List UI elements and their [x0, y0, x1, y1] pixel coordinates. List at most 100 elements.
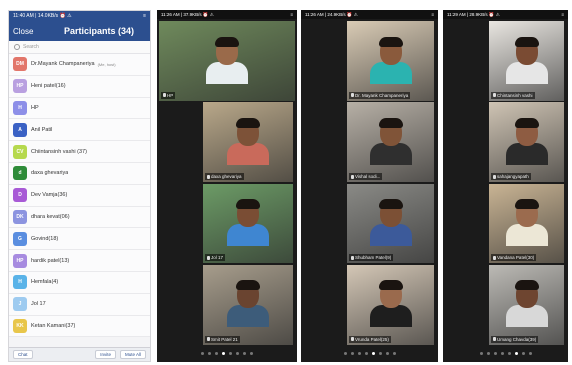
- participant-row[interactable]: DM Dr.Mayank Champaneriya (Me, host): [9, 54, 150, 76]
- avatar: d: [13, 166, 27, 181]
- mic-icon: [493, 174, 496, 179]
- chat-button[interactable]: Chat: [13, 350, 33, 359]
- video-tile[interactable]: Dr. Mayank Champaneriya: [347, 21, 434, 101]
- page-dot[interactable]: [250, 352, 253, 355]
- page-dot[interactable]: [371, 352, 375, 355]
- participant-label: Dr. Mayank Champaneriya: [349, 91, 411, 99]
- mic-icon: [207, 174, 210, 179]
- participant-row[interactable]: D Dev Vamja(36): [9, 184, 150, 207]
- participant-label: Vrunda Patel(25): [349, 335, 391, 343]
- status-bar: 11:26 AM | 24.9KB/s ⏰ ⚠ ≡: [301, 10, 438, 19]
- participants-screen: 11:40 AM | 14.0KB/s ⏰ ⚠ ≡ Close Particip…: [8, 10, 151, 362]
- page-dot[interactable]: [378, 352, 382, 355]
- video-tile[interactable]: Chintansinh vashi: [489, 21, 564, 101]
- gallery-screen-2: 11:26 AM | 24.9KB/s ⏰ ⚠ ≡ Dr. Mayank Champ…: [301, 10, 438, 362]
- participant-name: Smit Patel 21: [211, 336, 238, 342]
- page-dot[interactable]: [514, 352, 518, 355]
- participant-name: sahajangyapath: [497, 174, 529, 179]
- participant-label: Smit Patel 21: [205, 335, 240, 343]
- page-dot[interactable]: [236, 352, 239, 355]
- invite-button[interactable]: Invite: [95, 350, 116, 359]
- page-dot[interactable]: [507, 352, 511, 355]
- participant-name: Umang Chavda(39): [497, 336, 537, 342]
- gallery-screen-1: 11:26 AM | 37.9KB/s ⏰ ⚠ ≡ HP daxa ghevariya…: [157, 10, 297, 362]
- participant-row[interactable]: KK Ketan Kamani(37): [9, 315, 150, 338]
- person-hair: [236, 117, 260, 128]
- page-dot[interactable]: [222, 352, 225, 355]
- page-dot[interactable]: [243, 352, 246, 355]
- participant-list: DM Dr.Mayank Champaneriya (Me, host) HP Heni…: [9, 54, 150, 338]
- page-dot[interactable]: [500, 352, 504, 355]
- person-head: [514, 199, 539, 228]
- video-tile[interactable]: Vrunda Patel(25): [347, 264, 434, 345]
- page-dot[interactable]: [392, 352, 396, 355]
- participant-name: hardik patel(13): [31, 257, 70, 264]
- page-dot[interactable]: [385, 352, 389, 355]
- video-tile[interactable]: daxa ghevariya: [203, 102, 293, 182]
- page-dot[interactable]: [208, 352, 211, 355]
- person-hair: [514, 36, 539, 47]
- participant-row[interactable]: A Anil Patil: [9, 119, 150, 142]
- close-button[interactable]: Close: [13, 27, 33, 36]
- menu-icon[interactable]: ≡: [143, 11, 146, 21]
- participant-name: Dr. Mayank Champaneriya: [355, 92, 409, 98]
- video-tile[interactable]: sahajangyapath: [489, 102, 564, 182]
- participant-video: [227, 280, 269, 328]
- participant-video: [206, 36, 248, 84]
- person-head: [236, 280, 260, 309]
- participant-name: Dev Vamja(36): [31, 192, 68, 199]
- video-tile[interactable]: Shubham Patel(9): [347, 183, 434, 264]
- participant-name: Anil Patil: [31, 126, 53, 133]
- person-hair: [378, 199, 403, 210]
- menu-icon[interactable]: ≡: [290, 10, 293, 19]
- participant-row[interactable]: d daxa ghevariya: [9, 162, 150, 185]
- person-head: [514, 280, 539, 309]
- participant-name: Dr.Mayank Champaneriya: [31, 61, 95, 68]
- page-dot[interactable]: [493, 352, 497, 355]
- person-body: [369, 224, 412, 247]
- video-tile[interactable]: Umang Chavda(39): [489, 264, 564, 345]
- participant-row[interactable]: HP Heni patel(16): [9, 75, 150, 98]
- participant-row[interactable]: CV Chiintansinh vashi (37): [9, 141, 150, 163]
- participant-row[interactable]: H Hemfala(4): [9, 271, 150, 294]
- page-dot[interactable]: [486, 352, 490, 355]
- page-dot[interactable]: [201, 352, 204, 355]
- participant-name: dhara kevat(06): [31, 213, 70, 220]
- participant-name: Chintansinh vashi: [497, 92, 533, 98]
- participant-label: Vishal sodi...: [349, 173, 383, 180]
- participant-row[interactable]: H HP: [9, 97, 150, 120]
- participant-row[interactable]: HP hardik patel(13): [9, 250, 150, 272]
- page-dot[interactable]: [215, 352, 218, 355]
- video-tile[interactable]: Vishal sodi...: [347, 102, 434, 182]
- mic-icon: [351, 174, 354, 179]
- participant-row[interactable]: DK dhara kevat(06): [9, 206, 150, 229]
- page-dot[interactable]: [229, 352, 232, 355]
- menu-icon[interactable]: ≡: [431, 10, 434, 19]
- avatar: HP: [13, 79, 27, 94]
- page-dot[interactable]: [479, 352, 483, 355]
- participant-video: [369, 280, 412, 328]
- page-dot[interactable]: [528, 352, 532, 355]
- page-dot[interactable]: [364, 352, 368, 355]
- participant-row[interactable]: G Govind(18): [9, 228, 150, 251]
- menu-icon[interactable]: ≡: [561, 10, 564, 19]
- video-tile[interactable]: Vandana Patel(30): [489, 183, 564, 264]
- video-tile[interactable]: Jol 17: [203, 183, 293, 264]
- participant-row[interactable]: J Jol 17: [9, 293, 150, 316]
- avatar: H: [13, 275, 27, 290]
- participant-name: Hemfala(4): [31, 279, 59, 286]
- video-tile[interactable]: HP: [159, 21, 295, 101]
- page-dot[interactable]: [357, 352, 361, 355]
- page-dot[interactable]: [350, 352, 354, 355]
- search-input[interactable]: Search: [9, 41, 150, 54]
- participant-video: [227, 117, 269, 165]
- person-hair: [236, 199, 260, 210]
- video-tile[interactable]: Smit Patel 21: [203, 264, 293, 345]
- participant-label: sahajangyapath: [491, 173, 531, 180]
- avatar: H: [13, 100, 27, 115]
- page-dot[interactable]: [521, 352, 525, 355]
- participant-label: Umang Chavda(39): [491, 335, 539, 343]
- page-dot[interactable]: [343, 352, 347, 355]
- status-bar: 11:29 AM | 28.9KB/s ⏰ ⚠ ≡: [443, 10, 568, 19]
- mute-all-button[interactable]: Mute All: [119, 350, 146, 359]
